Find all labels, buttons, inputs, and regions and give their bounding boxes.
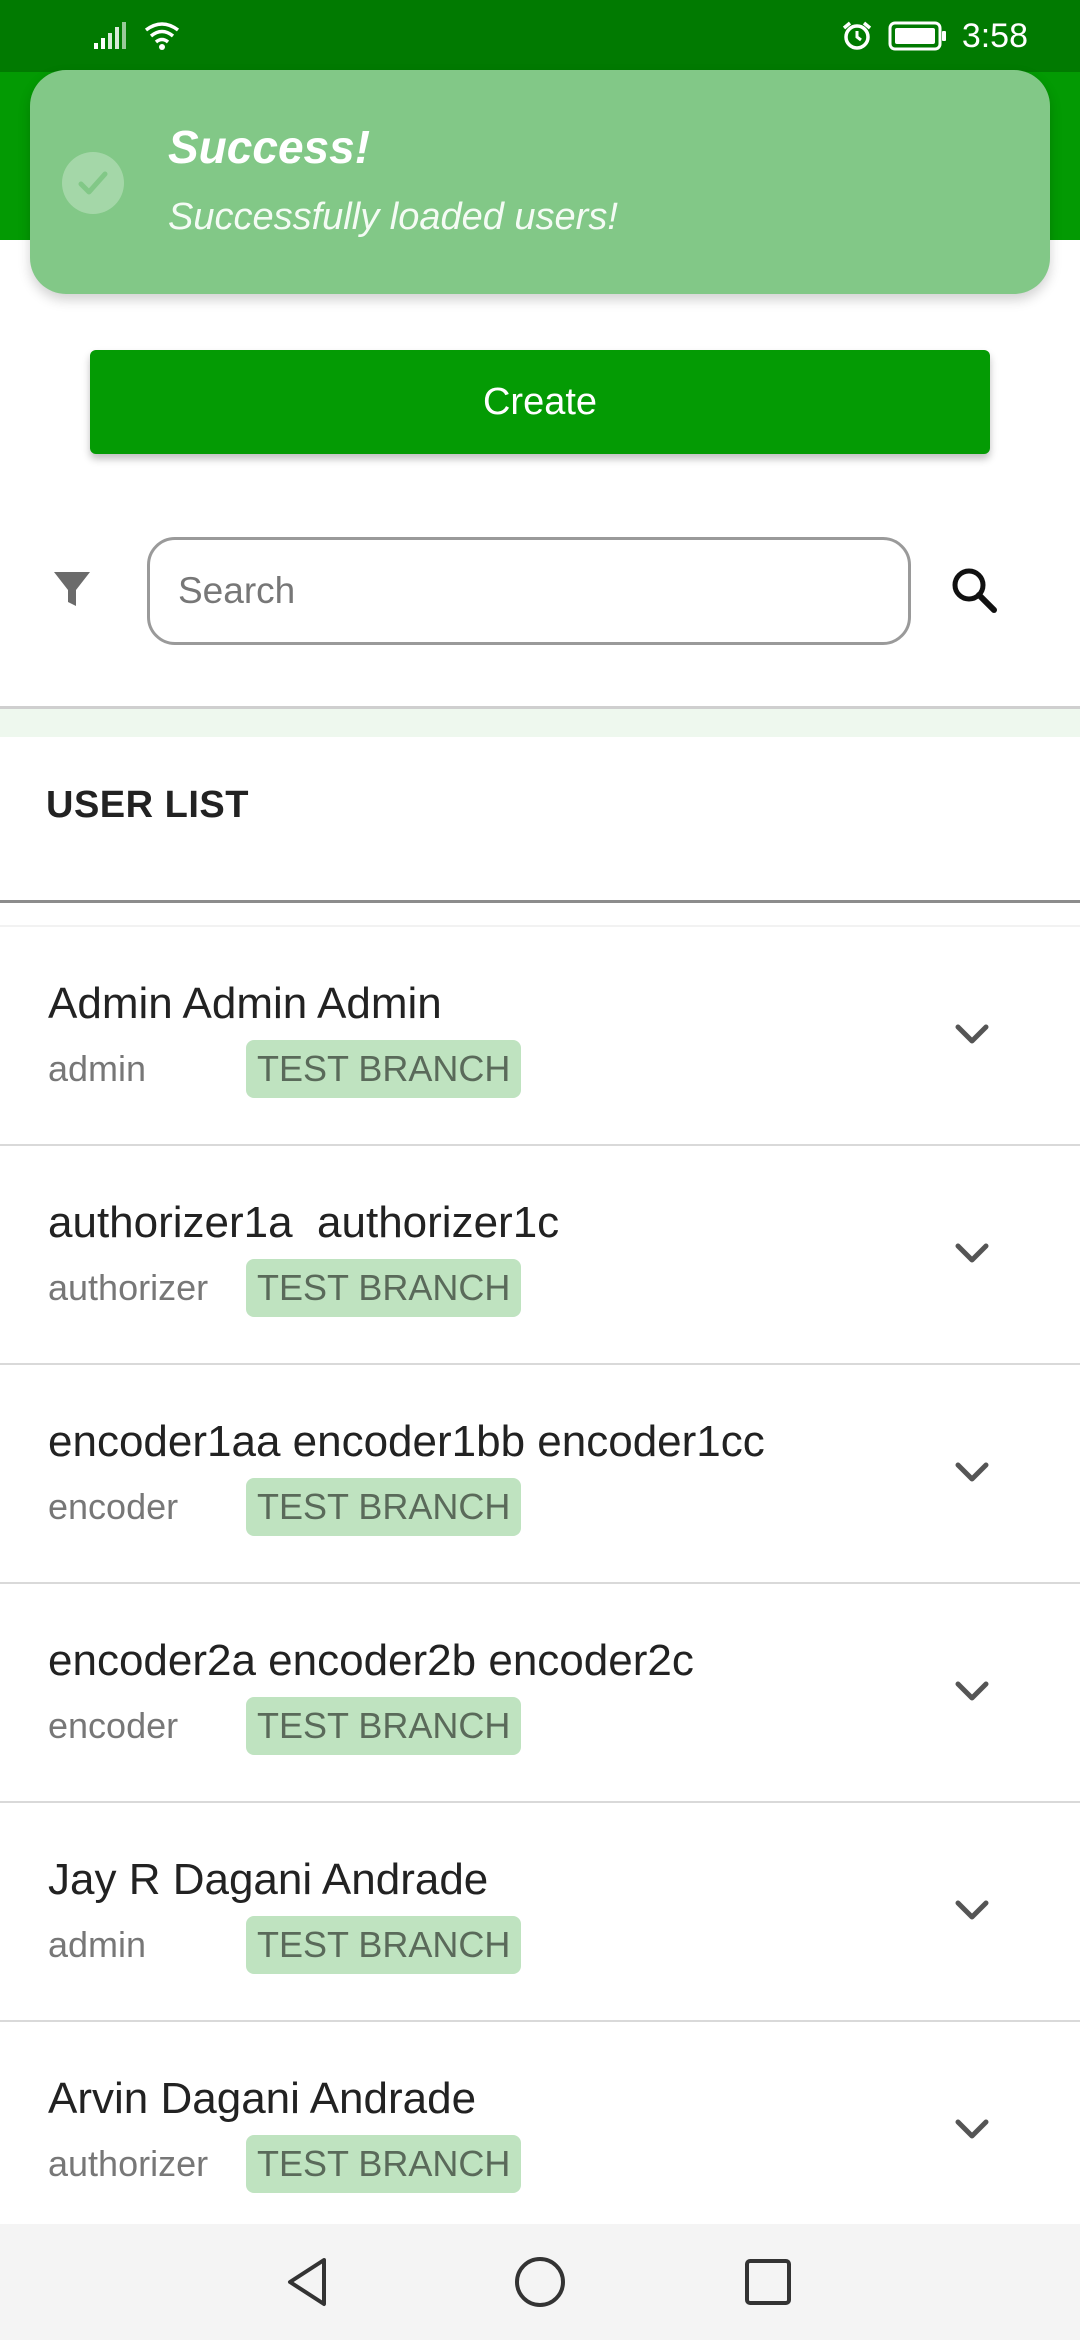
toast-title: Success!	[168, 121, 371, 173]
branch-badge: TEST BRANCH	[246, 2135, 522, 2193]
chevron-down-icon[interactable]	[952, 1457, 992, 1487]
list-item[interactable]: authorizer1a authorizer1c authorizer TES…	[0, 1146, 1080, 1365]
status-right: 3:58	[840, 17, 1028, 56]
branch-badge: TEST BRANCH	[246, 1478, 522, 1536]
back-icon[interactable]	[278, 2252, 338, 2312]
chevron-down-icon[interactable]	[952, 1676, 992, 1706]
toast-message: Successfully loaded users!	[168, 196, 618, 238]
list-item[interactable]: Arvin Dagani Andrade authorizer TEST BRA…	[0, 2022, 1080, 2241]
user-list-heading: USER LIST	[46, 784, 249, 826]
section-strip	[0, 709, 1080, 737]
user-role: admin	[48, 1048, 147, 1089]
user-role: authorizer	[48, 2143, 209, 2184]
signal-icon	[94, 22, 126, 49]
list-item[interactable]: encoder1aa encoder1bb encoder1cc encoder…	[0, 1365, 1080, 1584]
user-name: encoder2a encoder2b encoder2c	[48, 1636, 694, 1685]
chevron-down-icon[interactable]	[952, 1895, 992, 1925]
user-role: admin	[48, 1924, 147, 1965]
search-icon[interactable]	[948, 564, 1000, 616]
user-name: Arvin Dagani Andrade	[48, 2074, 477, 2123]
create-button[interactable]: Create	[90, 350, 990, 454]
status-time: 3:58	[961, 16, 1028, 55]
user-role: encoder	[48, 1486, 179, 1527]
status-bar: 3:58	[0, 0, 1080, 72]
list-item[interactable]: encoder2a encoder2b encoder2c encoder TE…	[0, 1584, 1080, 1803]
user-role: authorizer	[48, 1267, 209, 1308]
branch-badge: TEST BRANCH	[246, 1916, 522, 1974]
user-name: Jay R Dagani Andrade	[48, 1855, 489, 1904]
list-item[interactable]: Jay R Dagani Andrade admin TEST BRANCH	[0, 1803, 1080, 2022]
list-item[interactable]: Admin Admin Admin admin TEST BRANCH	[0, 927, 1080, 1146]
check-circle-icon	[62, 152, 124, 214]
branch-badge: TEST BRANCH	[246, 1040, 522, 1098]
branch-badge: TEST BRANCH	[246, 1259, 522, 1317]
screen: 3:58 Success! Successfully loaded users!…	[0, 0, 1080, 2340]
alarm-icon	[842, 21, 871, 50]
chevron-down-icon[interactable]	[952, 1238, 992, 1268]
navigation-bar	[0, 2224, 1080, 2340]
home-icon[interactable]	[510, 2252, 570, 2312]
user-name: encoder1aa encoder1bb encoder1cc	[48, 1417, 765, 1466]
wifi-icon	[144, 22, 180, 50]
branch-badge: TEST BRANCH	[246, 1697, 522, 1755]
success-toast[interactable]: Success! Successfully loaded users!	[30, 70, 1050, 294]
user-role: encoder	[48, 1705, 179, 1746]
heading-divider	[0, 900, 1080, 903]
chevron-down-icon[interactable]	[952, 2114, 992, 2144]
user-name: authorizer1a authorizer1c	[48, 1198, 560, 1247]
user-list: Admin Admin Admin admin TEST BRANCH auth…	[0, 927, 1080, 2241]
status-left	[92, 20, 182, 52]
recents-icon[interactable]	[738, 2252, 798, 2312]
battery-icon	[888, 21, 946, 51]
chevron-down-icon[interactable]	[952, 1019, 992, 1049]
search-input[interactable]	[147, 537, 911, 645]
user-name: Admin Admin Admin	[48, 979, 442, 1028]
filter-icon[interactable]	[50, 568, 94, 612]
